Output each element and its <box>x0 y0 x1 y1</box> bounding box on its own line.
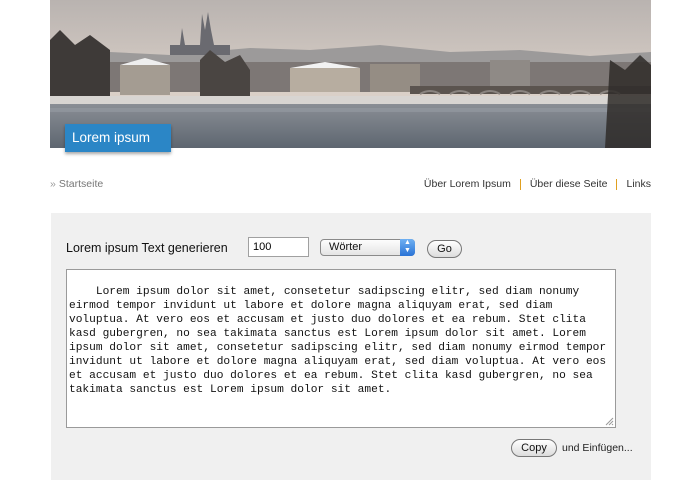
site-title[interactable]: Lorem ipsum <box>65 124 171 152</box>
resize-grip-icon[interactable] <box>604 416 614 426</box>
generated-text-output[interactable]: Lorem ipsum dolor sit amet, consetetur s… <box>66 269 616 428</box>
paste-hint-label: und Einfügen... <box>562 442 633 454</box>
count-input[interactable] <box>248 237 309 257</box>
breadcrumb: » Startseite <box>50 178 103 190</box>
go-button[interactable]: Go <box>427 240 462 258</box>
copy-button[interactable]: Copy <box>511 439 557 457</box>
top-navigation: Über Lorem Ipsum Über diese Seite Links <box>424 178 651 190</box>
unit-select-value: Wörter <box>329 241 362 253</box>
select-arrows-icon: ▲ ▼ <box>400 239 415 256</box>
nav-separator <box>519 178 521 190</box>
nav-link-links[interactable]: Links <box>626 178 651 190</box>
unit-select[interactable]: Wörter ▲ ▼ <box>320 239 415 256</box>
nav-link-about-this-page[interactable]: Über diese Seite <box>530 178 608 190</box>
breadcrumb-home-link[interactable]: Startseite <box>59 178 103 190</box>
double-chevron-right-icon: » <box>50 178 56 190</box>
nav-link-about-lorem-ipsum[interactable]: Über Lorem Ipsum <box>424 178 511 190</box>
generate-text-label: Lorem ipsum Text generieren <box>66 241 228 255</box>
nav-separator <box>616 178 618 190</box>
generated-text-content: Lorem ipsum dolor sit amet, consetetur s… <box>69 286 613 396</box>
generator-panel: Lorem ipsum Text generieren Wörter ▲▼ Go… <box>51 213 651 480</box>
